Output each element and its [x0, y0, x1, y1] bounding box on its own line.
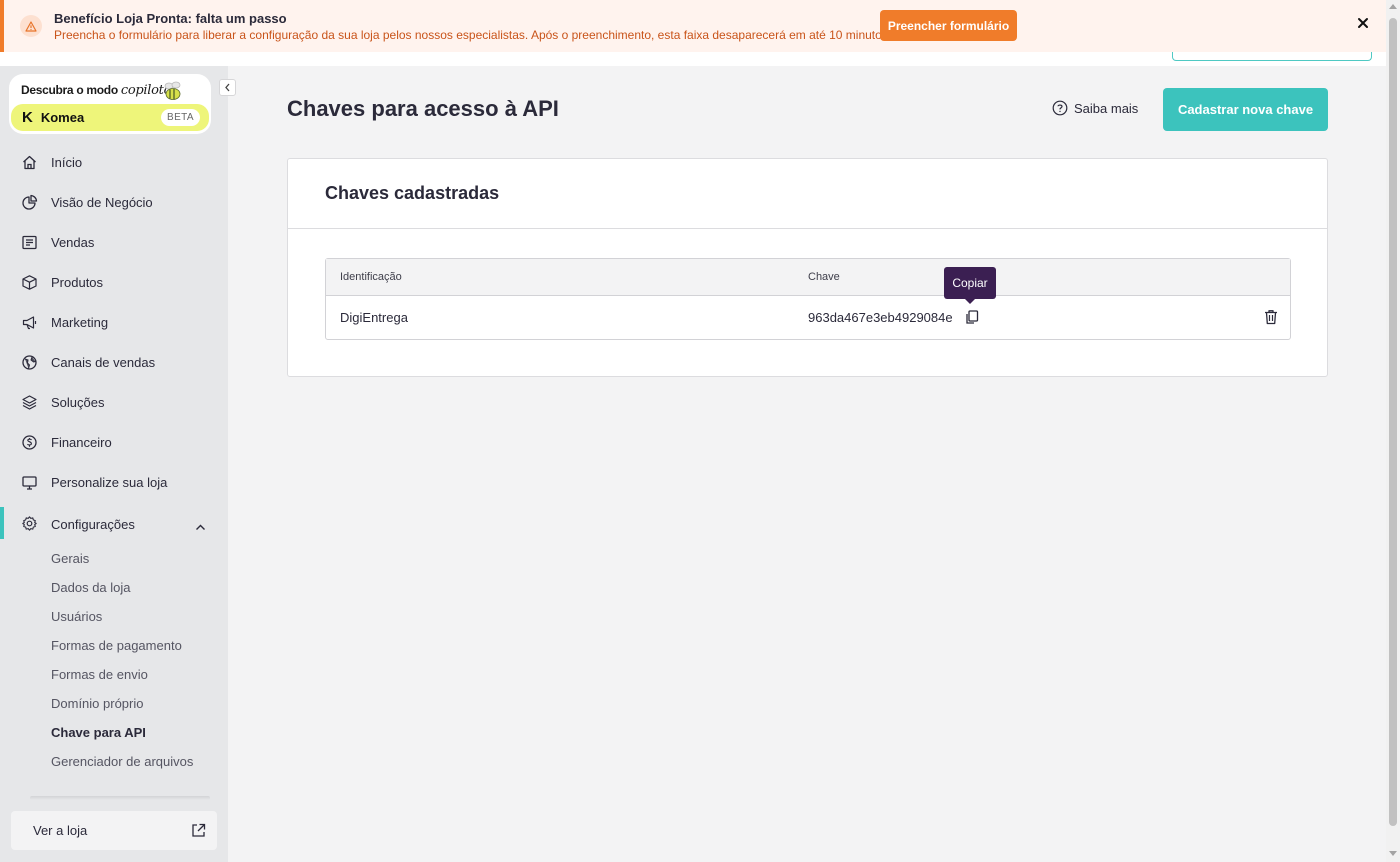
- box-icon: [21, 274, 38, 291]
- sidebar-item-label: Visão de Negócio: [51, 194, 153, 210]
- register-new-key-button[interactable]: Cadastrar nova chave: [1163, 88, 1328, 131]
- card-header: Chaves cadastradas: [288, 159, 1327, 229]
- layers-icon: [21, 394, 38, 411]
- komea-logo-icon: K: [22, 109, 33, 126]
- api-key-value: 963da467e3eb4929084e: [808, 310, 953, 325]
- vertical-scrollbar[interactable]: [1386, 0, 1400, 862]
- column-header-chave: Chave: [808, 271, 840, 283]
- komea-label: Komea: [40, 110, 85, 125]
- sidebar-item-solucoes[interactable]: Soluções: [0, 382, 228, 422]
- scroll-down-icon[interactable]: [1389, 851, 1397, 856]
- sidebar-item-financeiro[interactable]: Financeiro: [0, 422, 228, 462]
- submenu-item-chave-para-api[interactable]: Chave para API: [51, 725, 146, 740]
- sidebar-item-canais-de-vendas[interactable]: Canais de vendas: [0, 342, 228, 382]
- sidebar: Descubra o modo copiloto K Komea BETA In…: [0, 66, 236, 862]
- view-store-button[interactable]: Ver a loja: [11, 811, 217, 850]
- learn-more-link[interactable]: Saiba mais: [1052, 100, 1138, 116]
- sidebar-item-label: Início: [51, 154, 83, 170]
- keys-table: Identificação Chave DigiEntrega 963da467…: [325, 258, 1291, 340]
- sidebar-item-label: Vendas: [51, 234, 95, 250]
- copy-tooltip: Copiar: [944, 267, 996, 304]
- megaphone-icon: [21, 314, 38, 331]
- external-link-icon: [190, 822, 207, 844]
- sidebar-item-personalize-sua-loja[interactable]: Personalize sua loja: [0, 462, 228, 502]
- beta-badge: BETA: [161, 109, 200, 126]
- banner-description: Preencha o formulário para liberar a con…: [54, 27, 892, 42]
- globe-icon: [21, 354, 38, 371]
- chevron-left-icon: [225, 83, 230, 92]
- submenu-item-gerais[interactable]: Gerais: [51, 551, 89, 566]
- collapse-sidebar-button[interactable]: [219, 79, 236, 96]
- copilot-title: Descubra o modo copiloto: [21, 83, 172, 98]
- gear-icon: [21, 515, 38, 532]
- copilot-card[interactable]: Descubra o modo copiloto K Komea BETA: [9, 74, 211, 134]
- help-circle-icon: [1052, 100, 1068, 116]
- fill-form-button[interactable]: Preencher formulário: [880, 10, 1017, 41]
- learn-more-label: Saiba mais: [1074, 100, 1139, 116]
- submenu-item-dados-da-loja[interactable]: Dados da loja: [51, 580, 131, 595]
- card-title: Chaves cadastradas: [325, 183, 500, 203]
- view-store-label: Ver a loja: [33, 823, 88, 838]
- scroll-up-icon[interactable]: [1389, 4, 1397, 9]
- sidebar-item-label: Produtos: [51, 274, 104, 290]
- sidebar-item-label: Soluções: [51, 394, 105, 410]
- submenu-item-dominio-proprio[interactable]: Domínio próprio: [51, 696, 144, 711]
- dollar-circle-icon: [21, 434, 38, 451]
- warning-icon: [20, 15, 42, 37]
- receipt-icon: [21, 234, 38, 251]
- submenu-item-gerenciador-de-arquivos[interactable]: Gerenciador de arquivos: [51, 754, 193, 769]
- table-row: DigiEntrega 963da467e3eb4929084e: [326, 296, 1290, 339]
- pie-chart-icon: [21, 194, 38, 211]
- monitor-icon: [21, 474, 38, 491]
- sidebar-item-visao-de-negocio[interactable]: Visão de Negócio: [0, 182, 228, 222]
- sidebar-item-inicio[interactable]: Início: [0, 142, 228, 182]
- close-icon[interactable]: [1354, 14, 1372, 32]
- alert-banner: Benefício Loja Pronta: falta um passo Pr…: [0, 0, 1386, 52]
- trash-icon[interactable]: [1262, 308, 1280, 326]
- submenu-item-usuarios[interactable]: Usuários: [51, 609, 102, 624]
- submenu-item-formas-de-pagamento[interactable]: Formas de pagamento: [51, 638, 182, 653]
- sidebar-divider: [30, 796, 210, 800]
- copy-icon[interactable]: [964, 309, 980, 325]
- key-identification: DigiEntrega: [340, 310, 408, 325]
- sidebar-item-marketing[interactable]: Marketing: [0, 302, 228, 342]
- sidebar-item-configuracoes[interactable]: Configurações: [0, 507, 228, 547]
- sidebar-item-label: Personalize sua loja: [51, 474, 168, 490]
- sidebar-item-label: Configurações: [51, 517, 135, 532]
- sidebar-item-vendas[interactable]: Vendas: [0, 222, 228, 262]
- chevron-up-icon: [195, 518, 206, 536]
- sidebar-item-label: Marketing: [51, 314, 109, 330]
- submenu-item-formas-de-envio[interactable]: Formas de envio: [51, 667, 148, 682]
- sidebar-item-produtos[interactable]: Produtos: [0, 262, 228, 302]
- sidebar-item-label: Canais de vendas: [51, 354, 156, 370]
- table-header: Identificação Chave: [326, 259, 1290, 296]
- column-header-identificacao: Identificação: [340, 271, 402, 283]
- page-title: Chaves para acesso à API: [287, 96, 559, 121]
- komea-badge[interactable]: K Komea BETA: [11, 104, 209, 131]
- scrollbar-thumb[interactable]: [1389, 18, 1397, 826]
- keys-card: Chaves cadastradas Identificação Chave D…: [287, 158, 1328, 377]
- sidebar-item-label: Financeiro: [51, 434, 112, 450]
- home-icon: [21, 154, 38, 171]
- bee-icon: [161, 80, 185, 107]
- banner-title: Benefício Loja Pronta: falta um passo: [54, 10, 287, 26]
